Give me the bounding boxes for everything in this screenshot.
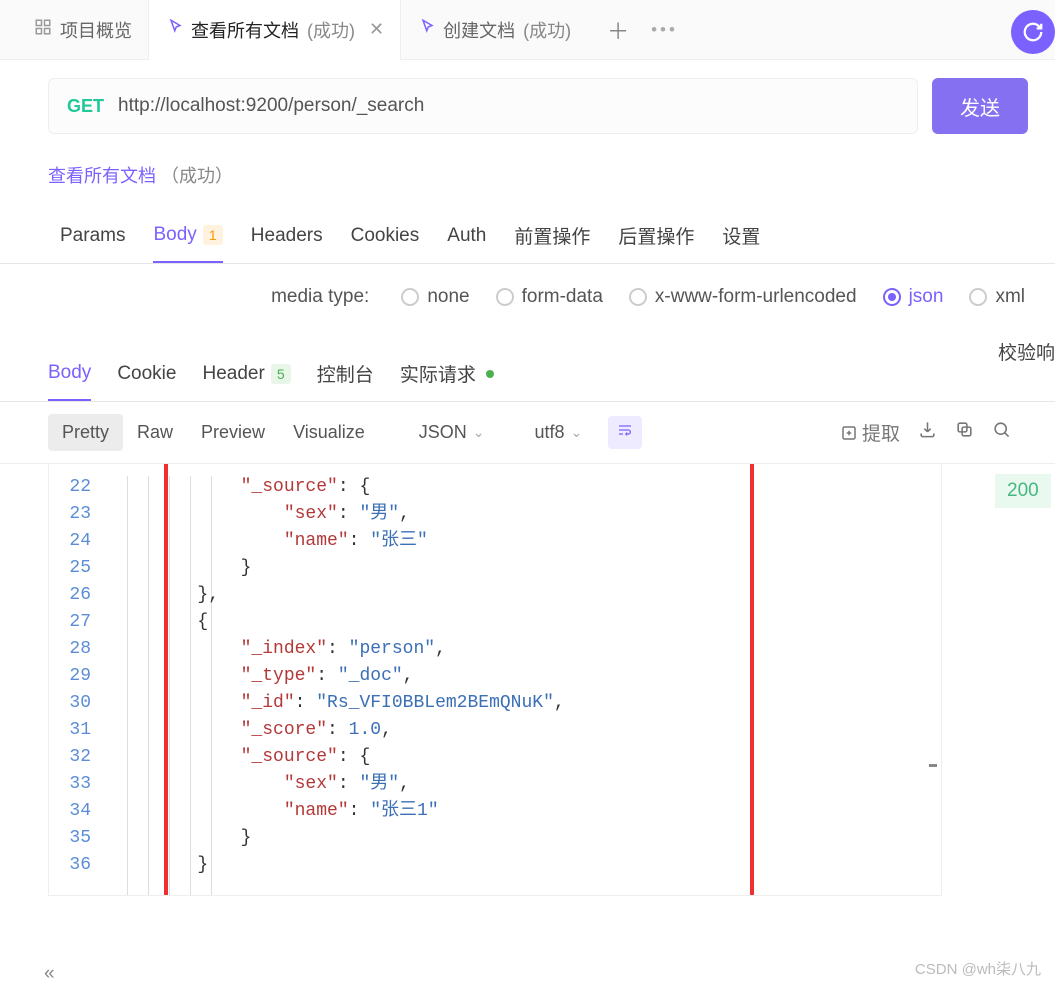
status-box: 200 [995,462,1055,508]
media-type-label: media type: [271,286,369,308]
tabs-row: 项目概览 查看所有文档 (成功) ✕ 创建文档 (成功) ＋ ••• [0,0,1055,60]
extract-button[interactable]: 提取 [840,419,900,446]
tab-view-docs-status: (成功) [307,17,355,43]
res-console[interactable]: 控制台 [317,352,374,401]
media-xml[interactable]: xml [969,286,1025,308]
nav-body-label: Body [153,224,196,246]
media-json[interactable]: json [883,286,944,308]
response-nav: Body Cookie Header 5 控制台 实际请求 校验响 [0,330,1055,402]
chevron-down-icon: ⌄ [571,424,583,441]
res-cookie[interactable]: Cookie [117,352,176,401]
res-actual-request[interactable]: 实际请求 [400,352,494,401]
url-row: GET http://localhost:9200/person/_search… [0,60,1055,152]
tab-overview[interactable]: 项目概览 [18,0,148,60]
chevron-down-icon: ⌄ [473,424,485,441]
media-none[interactable]: none [401,286,469,308]
media-form-data[interactable]: form-data [496,286,603,308]
overview-icon [34,18,52,41]
verify-response-label[interactable]: 校验响 [998,338,1055,365]
wrap-button[interactable] [608,416,642,449]
encoding-select[interactable]: utf8 ⌄ [525,416,593,449]
search-icon[interactable] [992,420,1011,445]
tab-overview-label: 项目概览 [60,17,132,43]
refresh-button[interactable] [1011,10,1055,54]
url-box[interactable]: GET http://localhost:9200/person/_search [48,78,918,134]
res-header-label: Header [202,363,264,385]
tab-create-doc[interactable]: 创建文档 (成功) [401,0,587,60]
nav-auth[interactable]: Auth [447,212,486,263]
nav-post-request[interactable]: 后置操作 [618,212,694,263]
send-button[interactable]: 发送 [932,78,1028,134]
watermark: CSDN @wh柒八九 [915,958,1041,979]
green-dot-icon [486,370,494,378]
nav-params[interactable]: Params [60,212,125,263]
visualize-button[interactable]: Visualize [279,414,379,451]
add-tab-button[interactable]: ＋ [607,14,629,46]
mouse-icon [417,18,435,41]
raw-button[interactable]: Raw [123,414,187,451]
breadcrumb-status: （成功） [161,166,233,186]
mouse-icon [165,18,183,41]
res-header[interactable]: Header 5 [202,352,290,401]
response-body-area[interactable]: 222324252627282930313233343536 "_source"… [48,464,942,896]
request-nav: Params Body 1 Headers Cookies Auth 前置操作 … [0,206,1055,264]
breadcrumb-link[interactable]: 查看所有文档 [48,166,156,186]
save-icon[interactable] [918,420,937,445]
pretty-button[interactable]: Pretty [48,414,123,451]
status-code: 200 [995,474,1051,508]
body-badge: 1 [203,225,223,245]
tab-create-doc-label: 创建文档 [443,17,515,43]
nav-cookies[interactable]: Cookies [351,212,420,263]
nav-pre-request[interactable]: 前置操作 [514,212,590,263]
tab-view-docs-label: 查看所有文档 [191,17,299,43]
media-xwww[interactable]: x-www-form-urlencoded [629,286,857,308]
more-tabs-button[interactable]: ••• [651,20,678,40]
media-type-row: media type: none form-data x-www-form-ur… [0,264,1055,330]
format-select[interactable]: JSON ⌄ [409,416,495,449]
line-numbers: 222324252627282930313233343536 [49,474,101,879]
tab-view-docs[interactable]: 查看所有文档 (成功) ✕ [148,0,401,60]
preview-button[interactable]: Preview [187,414,279,451]
res-body[interactable]: Body [48,352,91,401]
tab-create-doc-status: (成功) [523,17,571,43]
header-badge: 5 [271,364,291,384]
nav-body[interactable]: Body 1 [153,212,222,263]
response-toolbar: Pretty Raw Preview Visualize JSON ⌄ utf8… [0,402,1055,464]
scrollbar-marker[interactable] [929,764,937,767]
http-method[interactable]: GET [67,96,104,117]
nav-headers[interactable]: Headers [251,212,323,263]
copy-icon[interactable] [955,420,974,445]
nav-settings[interactable]: 设置 [722,212,760,263]
resize-handle-icon[interactable]: « [44,963,55,985]
url-input[interactable]: http://localhost:9200/person/_search [118,95,424,117]
breadcrumb: 查看所有文档 （成功） [0,152,1055,206]
code-content[interactable]: "_source": { "sex": "男", "name": "张三" } … [111,474,565,879]
close-icon[interactable]: ✕ [369,19,384,40]
